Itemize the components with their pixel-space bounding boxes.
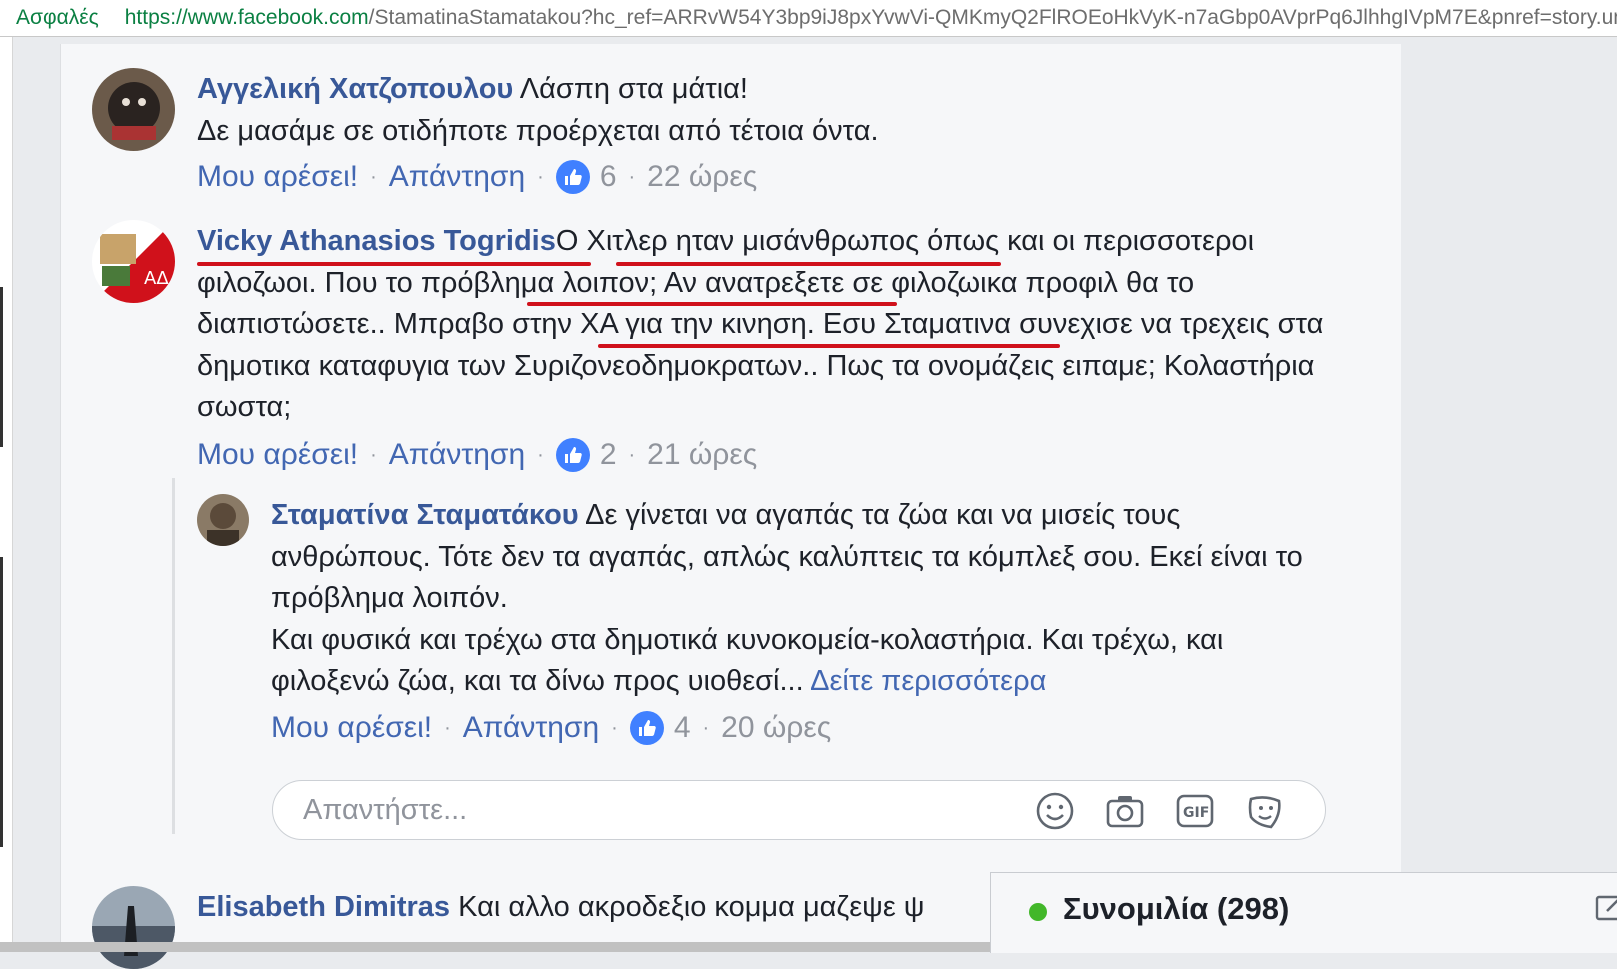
avatar[interactable] [92, 68, 175, 151]
like-count[interactable]: 6 [600, 160, 617, 194]
comment-author[interactable]: Αγγελική Χατζοπουλου [197, 73, 513, 105]
separator-dot: · [611, 716, 618, 739]
emoji-icon[interactable] [1035, 791, 1075, 831]
separator-dot: · [537, 443, 544, 466]
comment-body: Λάσπη στα μάτια! [519, 73, 748, 105]
avatar[interactable] [92, 886, 175, 969]
red-underline [527, 302, 897, 306]
thumbs-up-icon [555, 438, 590, 472]
comment-highlight: Μπραβο στην ΧΑ για την κινηση [393, 308, 807, 340]
comment-body: Δε μασάμε σε οτιδήποτε προέρχεται από τέ… [197, 114, 879, 147]
reply-button[interactable]: Απάντηση [389, 160, 525, 194]
separator-dot: · [628, 165, 636, 188]
thumbs-up-icon [555, 160, 590, 194]
comment-body: Ο [555, 225, 587, 257]
avatar[interactable] [197, 494, 249, 546]
online-status-icon [1029, 903, 1047, 921]
comment-actions: Μου αρέσει! · Απάντηση · 6 · 22 ώρες [197, 160, 757, 194]
red-underline [616, 262, 1001, 266]
see-more-link[interactable]: Δείτε περισσότερα [810, 665, 1046, 697]
separator-dot: · [370, 443, 377, 466]
address-bar[interactable]: Ασφαλές https://www.facebook.com/Stamati… [0, 0, 1617, 37]
comment-text: Σταματίνα Σταματάκου Δε γίνεται να αγαπά… [271, 495, 1311, 703]
url-text[interactable]: https://www.facebook.com/StamatinaStamat… [125, 6, 1617, 30]
comment-actions: Μου αρέσει! · Απάντηση · 2 · 21 ώρες [197, 438, 757, 472]
separator-dot: · [628, 443, 636, 466]
left-edge-bar [0, 557, 3, 847]
chat-label[interactable]: Συνομιλία (298) [1063, 891, 1289, 927]
left-edge-bar [0, 287, 3, 447]
camera-icon[interactable] [1105, 791, 1145, 831]
comment-author[interactable]: Σταματίνα Σταματάκου [271, 499, 579, 531]
comment-actions: Μου αρέσει! · Απάντηση · 4 · 20 ώρες [271, 711, 831, 745]
new-message-icon[interactable] [1595, 893, 1617, 923]
reply-placeholder: Απαντήστε... [303, 794, 468, 826]
reply-thread-line [172, 478, 175, 834]
secure-label: Ασφαλές [16, 6, 99, 29]
red-underline [197, 262, 591, 266]
like-button[interactable]: Μου αρέσει! [197, 160, 358, 194]
thumbs-up-icon [629, 711, 664, 745]
like-button[interactable]: Μου αρέσει! [271, 711, 432, 745]
svg-text:ΑΔ: ΑΔ [144, 268, 169, 289]
sticker-icon[interactable] [1245, 791, 1285, 831]
comment-author[interactable]: Vicky Athanasios Togridis [197, 225, 556, 257]
gif-icon[interactable]: GIF [1175, 791, 1215, 831]
separator-dot: · [370, 165, 377, 188]
comment-time[interactable]: 22 ώρες [647, 160, 757, 194]
avatar[interactable]: ΑΔ [92, 220, 175, 303]
svg-text:GIF: GIF [1183, 805, 1209, 821]
comment-author[interactable]: Elisabeth Dimitras [197, 891, 450, 923]
comment-text: Vicky Athanasios TogridisΟ Χιτλερ ηταν μ… [197, 221, 1347, 429]
horizontal-scrollbar[interactable] [0, 942, 990, 952]
comment-time[interactable]: 21 ώρες [647, 438, 757, 472]
reply-button[interactable]: Απάντηση [463, 711, 599, 745]
comment-text: Elisabeth Dimitras Και αλλο ακροδεξιο κο… [197, 887, 997, 929]
url-path: /StamatinaStamatakou?hc_ref=ARRvW54Y3bp9… [368, 6, 1617, 29]
red-underline [598, 344, 1060, 348]
url-host: https://www.facebook.com [124, 6, 369, 29]
comment-body: Και αλλο ακροδεξιο κομμα μαζεψε ψ [458, 891, 925, 923]
like-count[interactable]: 4 [674, 711, 691, 745]
comment-body: Και φυσικά και τρέχω στα δημοτικά κυνοκο… [271, 623, 1224, 698]
like-count[interactable]: 2 [600, 438, 617, 472]
separator-dot: · [702, 716, 710, 739]
comment-highlight: Που το πρόβλημα λοιπον; [324, 266, 658, 299]
comment-text: Αγγελική Χατζοπουλου Λάσπη στα μάτια! Δε… [197, 69, 1347, 152]
reply-input[interactable]: Απαντήστε... GIF [272, 780, 1326, 840]
comment-highlight: Χιτλερ ηταν μισάνθρωπος [586, 225, 920, 257]
like-button[interactable]: Μου αρέσει! [197, 438, 358, 472]
separator-dot: · [537, 165, 544, 188]
chat-bar[interactable]: Συνομιλία (298) [990, 872, 1617, 953]
separator-dot: · [444, 716, 451, 739]
left-sidebar-edge [0, 37, 13, 952]
right-column [1401, 44, 1617, 952]
comment-time[interactable]: 20 ώρες [721, 711, 831, 745]
reply-button[interactable]: Απάντηση [389, 438, 525, 472]
